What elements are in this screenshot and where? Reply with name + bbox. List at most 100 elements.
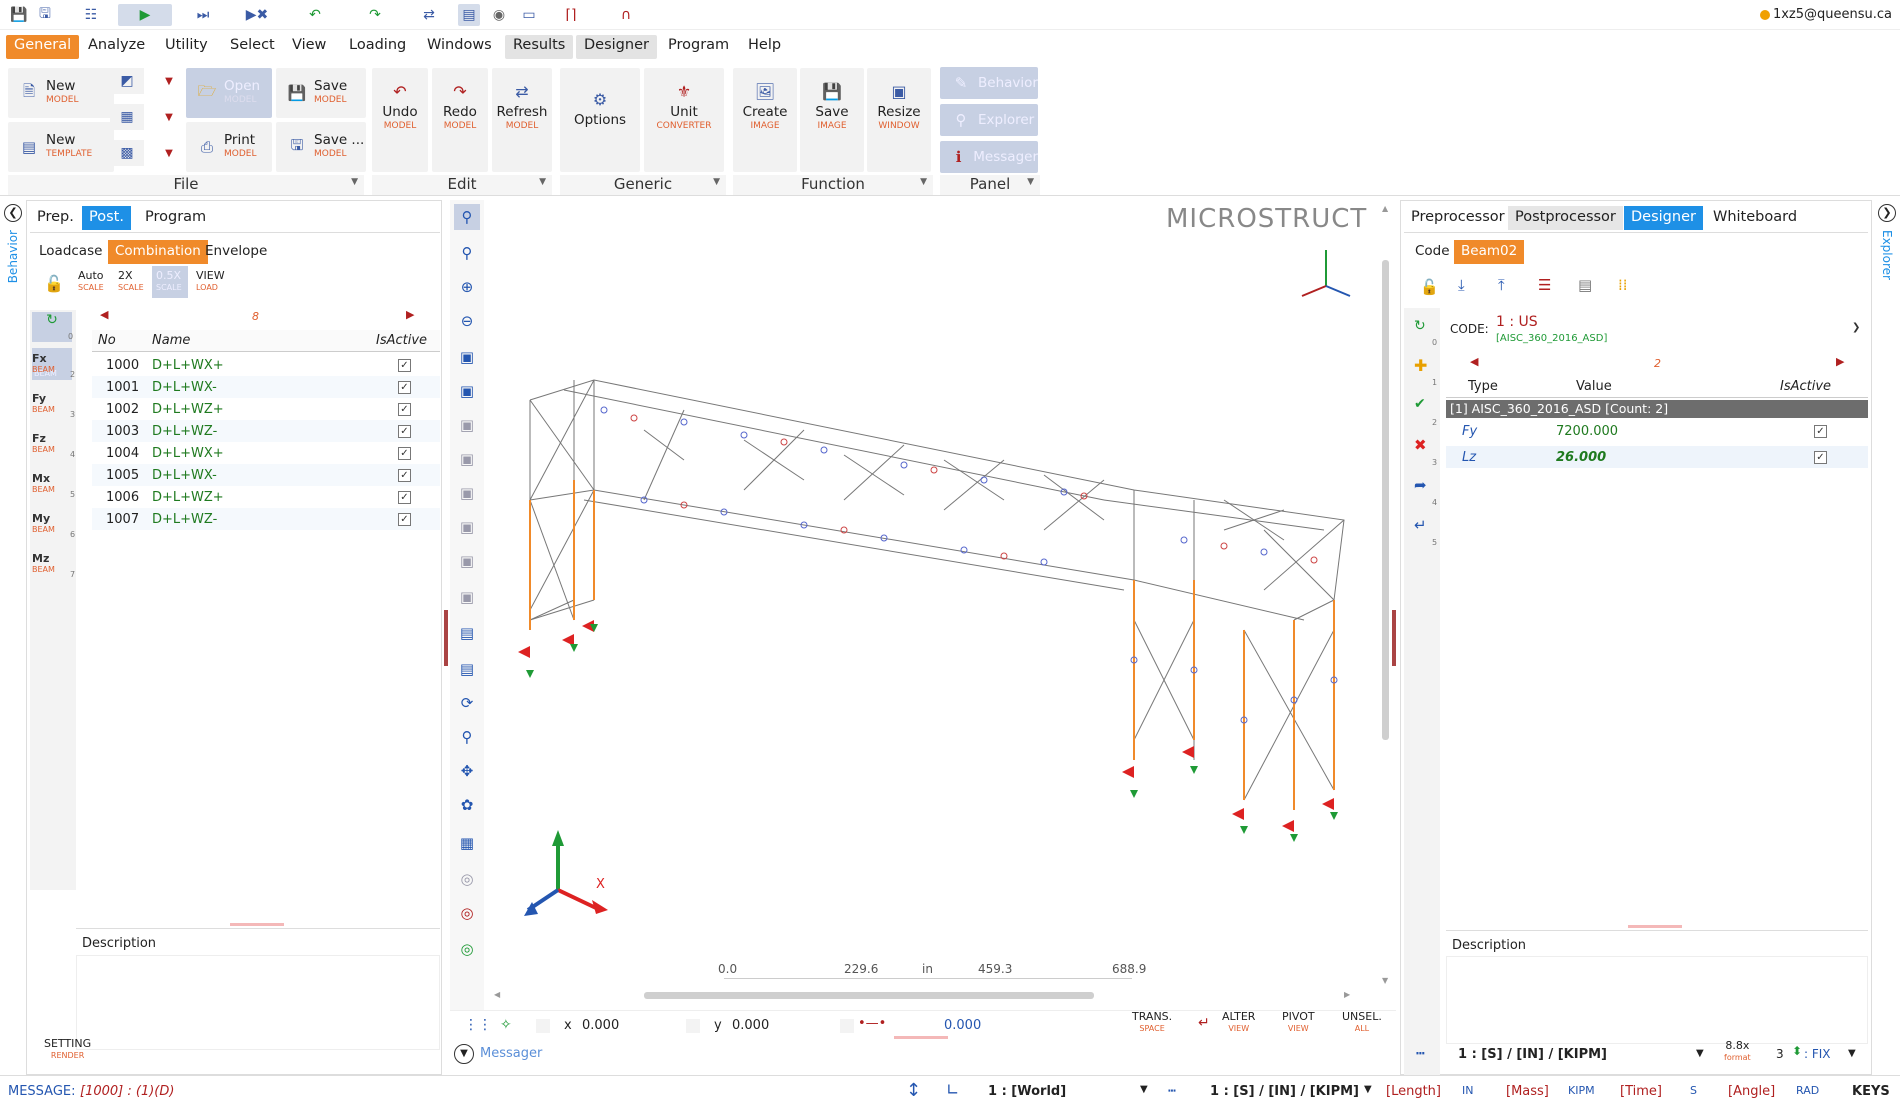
result-mx-button[interactable]: Mx BEAM 5 — [32, 472, 75, 508]
export-code-icon[interactable]: ⤒ — [1498, 276, 1505, 294]
lock-icon[interactable]: 🔓 — [1420, 278, 1439, 296]
isactive-checkbox[interactable]: ✓ — [398, 424, 411, 438]
y-coordinate-field[interactable]: 0.000 — [732, 1018, 769, 1033]
view-front-icon[interactable]: ▣ — [454, 378, 480, 404]
result-fx-button[interactable]: Fx BEAM 2 — [32, 352, 75, 388]
code-dropdown-icon[interactable]: ❯ — [1852, 322, 1860, 333]
export-dropdown-icon[interactable]: ▼ — [162, 104, 176, 130]
snap-icon[interactable]: ◎ — [454, 866, 480, 892]
explorer-panel-button[interactable]: ⚲ Explorer — [940, 104, 1038, 136]
print-model-button[interactable]: ⎙ Print MODEL — [186, 122, 272, 172]
scroll-down-icon[interactable]: ▼ — [1382, 976, 1388, 985]
length-unit[interactable]: IN — [1462, 1084, 1473, 1097]
param-row[interactable]: Lz 26.000 ✓ — [1446, 446, 1868, 468]
import-code-icon[interactable]: ⤓ — [1458, 276, 1465, 294]
result-mz-button[interactable]: Mz BEAM 7 — [32, 552, 75, 588]
precision-field[interactable]: 3 — [1776, 1047, 1784, 1061]
x-coordinate-field[interactable]: 0.000 — [582, 1018, 619, 1033]
resize-window-button[interactable]: ▣ Resize WINDOW — [867, 68, 931, 172]
menu-windows[interactable]: Windows — [419, 35, 500, 59]
view-back-icon[interactable]: ▣ — [454, 412, 480, 438]
col-isactive[interactable]: IsActive — [1780, 379, 1831, 394]
coordinate-system-icon[interactable]: ∟ — [946, 1080, 959, 1099]
d-checkbox[interactable] — [840, 1019, 854, 1033]
tab-code[interactable]: Code — [1408, 240, 1457, 264]
messager-splitter[interactable] — [894, 1036, 948, 1039]
frame-icon[interactable]: ∩ — [615, 4, 637, 26]
isactive-checkbox[interactable]: ✓ — [1814, 424, 1827, 438]
undo-button[interactable]: ↶ Undo MODEL — [372, 68, 428, 172]
model-viewport[interactable]: MICROSTRUCT X 0.0 229.6 in 459.3 688.9 ◀… — [484, 200, 1380, 1010]
run-analysis-button[interactable]: ▶ — [118, 4, 172, 26]
pan-icon[interactable]: ✥ — [454, 758, 480, 784]
col-type[interactable]: Type — [1468, 379, 1498, 394]
view-iso-icon[interactable]: ▣ — [454, 344, 480, 370]
param-value[interactable]: 26.000 — [1556, 450, 1606, 465]
menu-view[interactable]: View — [284, 35, 334, 59]
next-page-icon[interactable]: ▶ — [406, 308, 414, 321]
scroll-up-icon[interactable]: ▲ — [1382, 204, 1388, 213]
tab-envelope[interactable]: Envelope — [198, 240, 274, 264]
refresh-button[interactable]: ⇄ Refresh MODEL — [492, 68, 552, 172]
isactive-checkbox[interactable]: ✓ — [1814, 450, 1827, 464]
merge-icon[interactable]: ▩ — [110, 140, 144, 166]
grid-points-icon[interactable]: ⁞⁞ — [1618, 276, 1628, 294]
table-row[interactable]: 1004 D+L+WX+ ✓ — [92, 442, 440, 464]
trans-space-button[interactable]: TRANS. SPACE — [1132, 1011, 1172, 1035]
fit-icon[interactable]: ▦ — [454, 830, 480, 856]
view-plan-icon[interactable]: ▣ — [454, 584, 480, 610]
swap-icon[interactable]: ⇄ — [418, 4, 440, 26]
menu-results[interactable]: Results — [505, 35, 574, 59]
table-row[interactable]: 1001 D+L+WX- ✓ — [92, 376, 440, 398]
group-expand-icon[interactable]: ▼ — [713, 177, 720, 187]
setting-render-button[interactable]: SETTING RENDER — [44, 1038, 91, 1062]
right-splitter[interactable] — [1392, 610, 1396, 666]
result-fz-button[interactable]: Fz BEAM 4 — [32, 432, 75, 468]
user-account[interactable]: 1xz5@queensu.ca — [1773, 7, 1892, 22]
step-run-icon[interactable]: ⏭ — [192, 4, 214, 26]
isactive-checkbox[interactable]: ✓ — [398, 490, 411, 504]
vertical-scrollbar[interactable]: ▲ ▼ — [1380, 200, 1392, 1010]
group-expand-icon[interactable]: ▼ — [1027, 177, 1034, 187]
truss-icon[interactable]: ⌈⌉ — [560, 4, 582, 26]
import-icon[interactable]: ◩ — [110, 68, 144, 94]
scrollbar-thumb[interactable] — [644, 992, 1094, 999]
menu-analyze[interactable]: Analyze — [80, 35, 153, 59]
export-icon[interactable]: ▦ — [110, 104, 144, 130]
horizontal-scrollbar[interactable]: ◀ ▶ — [494, 990, 1356, 1000]
table-row[interactable]: 1006 D+L+WZ+ ✓ — [92, 486, 440, 508]
splitter-handle[interactable] — [230, 923, 284, 926]
expand-messager-icon[interactable]: ▼ — [454, 1044, 474, 1064]
menu-help[interactable]: Help — [740, 35, 789, 59]
menu-select[interactable]: Select — [222, 35, 283, 59]
col-name[interactable]: Name — [152, 333, 190, 348]
behavior-side-label[interactable]: Behavior — [6, 230, 20, 283]
precision-stepper-icon[interactable]: ⬍ — [1792, 1044, 1802, 1058]
x-checkbox[interactable] — [536, 1019, 550, 1033]
refresh-results-icon[interactable]: ↻ — [32, 312, 72, 342]
zoom-select-icon[interactable]: ⚲ — [454, 240, 480, 266]
menu-designer[interactable]: Designer — [576, 35, 657, 59]
collapse-left-icon[interactable]: ❮ — [4, 204, 22, 222]
stop-run-icon[interactable]: ▶✖ — [246, 4, 269, 26]
isactive-checkbox[interactable]: ✓ — [398, 380, 411, 394]
col-no[interactable]: No — [98, 333, 116, 348]
view-frame-icon[interactable]: ▤ — [454, 656, 480, 682]
splitter-handle[interactable] — [1628, 925, 1682, 928]
table-row[interactable]: 1003 D+L+WZ- ✓ — [92, 420, 440, 442]
tree-icon[interactable]: ☷ — [80, 4, 102, 26]
window-icon[interactable]: ▭ — [518, 4, 540, 26]
forward-icon[interactable]: ➦ — [1414, 476, 1427, 494]
group-expand-icon[interactable]: ▼ — [351, 177, 358, 187]
scroll-right-icon[interactable]: ▶ — [1344, 990, 1350, 999]
menu-program[interactable]: Program — [660, 35, 737, 59]
format-button[interactable]: 8.8x format — [1724, 1040, 1751, 1064]
unit-system-select[interactable]: 1 : [S] / [IN] / [KIPM] — [1210, 1084, 1359, 1099]
distance-field[interactable]: 0.000 — [944, 1018, 981, 1033]
isactive-checkbox[interactable]: ✓ — [398, 358, 411, 372]
tab-postprocessor[interactable]: Postprocessor — [1508, 206, 1623, 230]
return-icon[interactable]: ↵ — [1414, 516, 1427, 534]
save-all-icon[interactable]: 🖫 — [34, 4, 56, 26]
unit-converter-button[interactable]: ⚜ Unit CONVERTER — [644, 68, 724, 172]
prev-page-icon[interactable]: ◀ — [1470, 355, 1478, 368]
